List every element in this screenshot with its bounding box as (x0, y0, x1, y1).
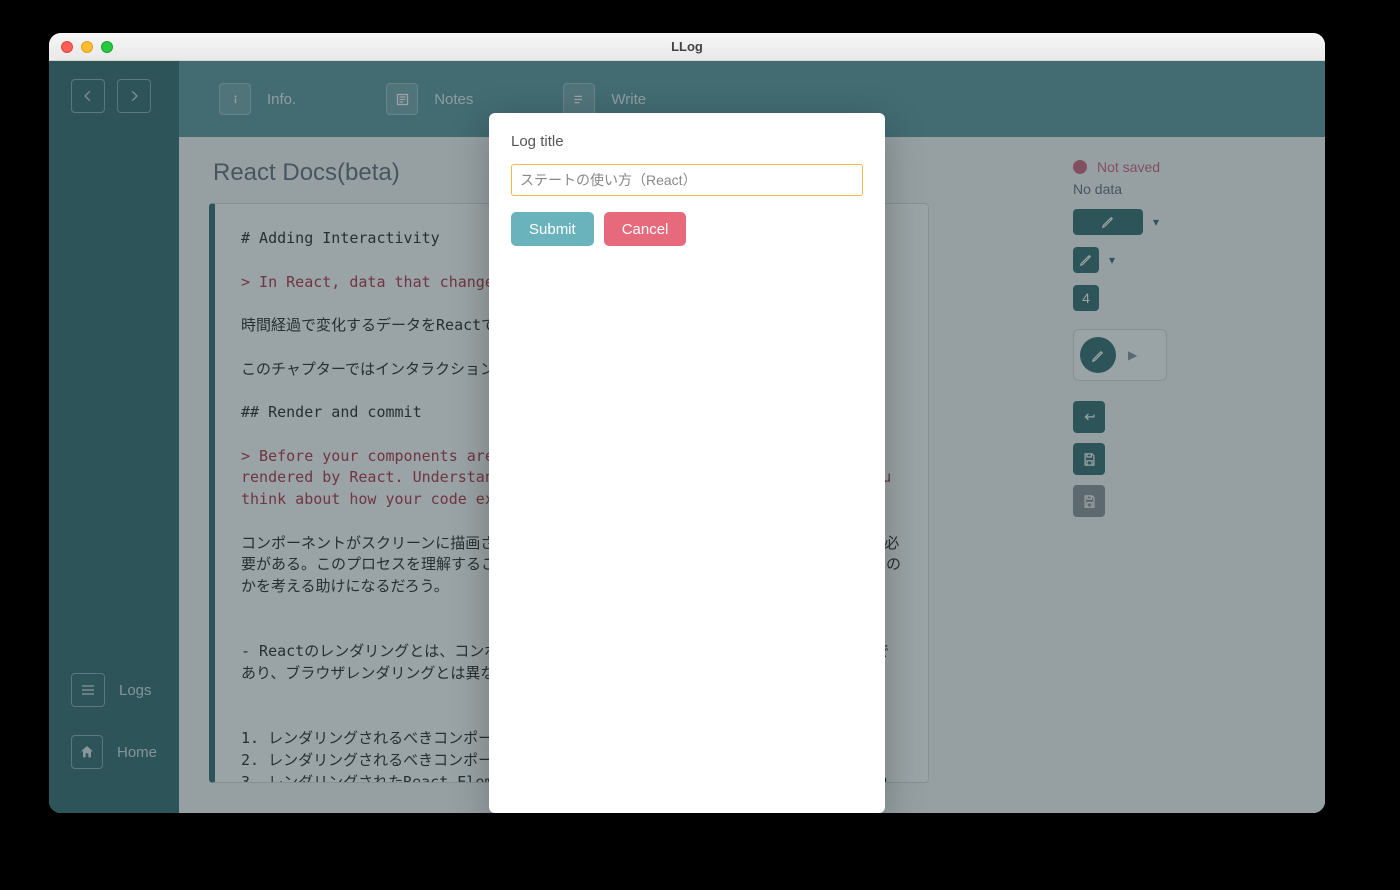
status-label: Not saved (1097, 159, 1160, 175)
save-status: Not saved (1073, 159, 1305, 175)
window-maximize-button[interactable] (101, 41, 113, 53)
return-icon (1082, 410, 1097, 425)
window-titlebar: LLog (49, 33, 1325, 61)
log-title-dialog: Log title Submit Cancel (489, 113, 885, 813)
chevron-down-icon[interactable]: ▾ (1109, 253, 1115, 267)
tool-pencil-button[interactable] (1073, 247, 1099, 273)
status-dot-icon (1073, 160, 1087, 174)
no-data-label: No data (1073, 181, 1305, 197)
tab-label: Write (611, 91, 646, 108)
window-title: LLog (671, 39, 703, 54)
window-close-button[interactable] (61, 41, 73, 53)
action-save-disabled-button (1073, 485, 1105, 517)
arrow-left-icon (81, 89, 95, 103)
sidebar-item-label: Home (117, 744, 157, 761)
editor-line: # Adding Interactivity (241, 229, 440, 247)
submit-button[interactable]: Submit (511, 212, 594, 246)
sidebar: Logs Home (49, 61, 179, 813)
info-icon (219, 83, 251, 115)
tab-label: Notes (434, 91, 473, 108)
sidebar-item-home[interactable]: Home (49, 721, 179, 783)
window-minimize-button[interactable] (81, 41, 93, 53)
dialog-title: Log title (511, 133, 863, 150)
save-icon (1082, 494, 1097, 509)
chevron-down-icon[interactable]: ▾ (1153, 215, 1159, 229)
cancel-button[interactable]: Cancel (604, 212, 687, 246)
note-icon (386, 83, 418, 115)
app-window: LLog (49, 33, 1325, 813)
pencil-icon (1091, 348, 1106, 363)
log-title-input[interactable] (511, 164, 863, 196)
window-controls (61, 41, 113, 53)
list-icon (71, 673, 105, 707)
tab-notes[interactable]: Notes (386, 83, 473, 115)
home-icon (71, 735, 103, 769)
inspector-panel: Not saved No data ▾ (1045, 137, 1325, 813)
arrow-right-icon (127, 89, 141, 103)
tab-label: Info. (267, 91, 296, 108)
nav-forward-button[interactable] (117, 79, 151, 113)
tab-write[interactable]: Write (563, 83, 646, 115)
nav-back-button[interactable] (71, 79, 105, 113)
pencil-icon (1079, 253, 1093, 267)
play-icon: ▶ (1128, 348, 1137, 362)
pencil-icon (1101, 215, 1115, 229)
count-badge[interactable]: 4 (1073, 285, 1099, 311)
tool-select-button[interactable] (1073, 209, 1143, 235)
tab-info[interactable]: Info. (219, 83, 296, 115)
save-icon (1082, 452, 1097, 467)
play-button-card[interactable]: ▶ (1073, 329, 1167, 381)
editor-line: ## Render and commit (241, 403, 422, 421)
action-return-button[interactable] (1073, 401, 1105, 433)
write-icon (563, 83, 595, 115)
sidebar-item-logs[interactable]: Logs (49, 659, 179, 721)
action-save-button[interactable] (1073, 443, 1105, 475)
sidebar-item-label: Logs (119, 682, 152, 699)
play-circle (1080, 337, 1116, 373)
